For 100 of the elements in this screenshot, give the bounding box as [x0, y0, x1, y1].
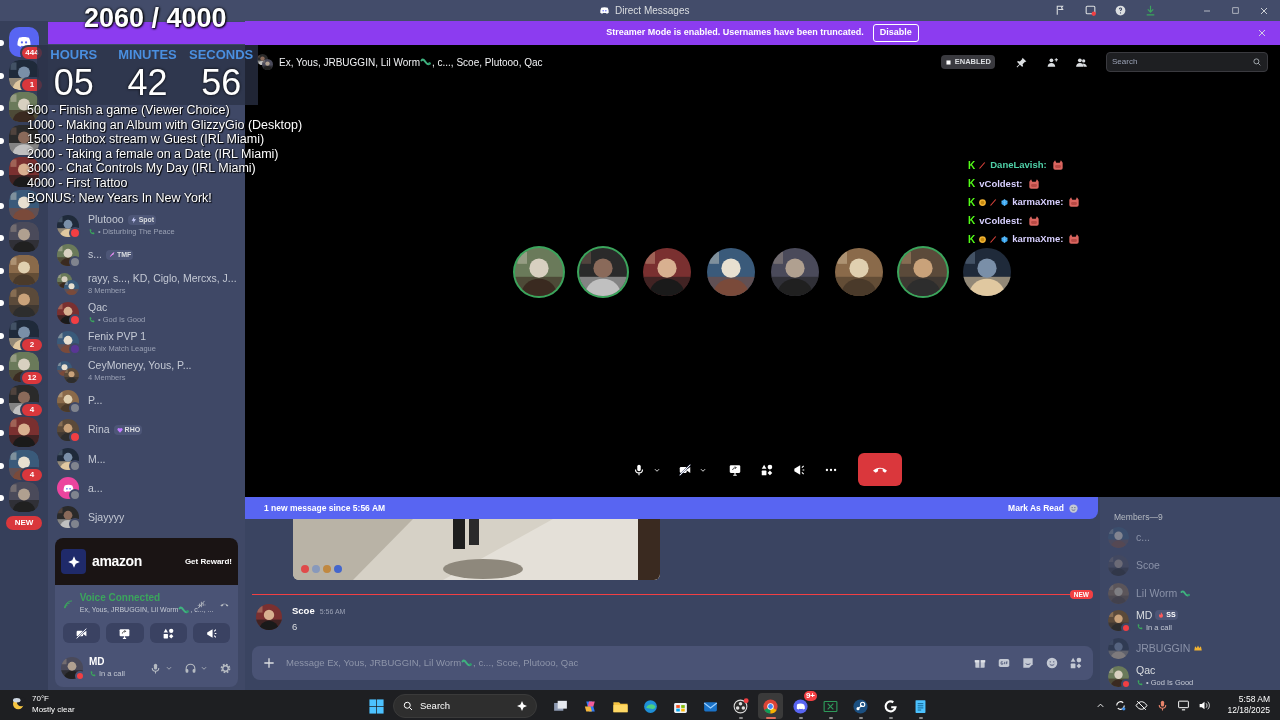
- tag-icon: [115, 425, 124, 434]
- member-name: Lil Worm: [1136, 586, 1178, 600]
- temperature: 70°F: [32, 693, 50, 704]
- member-name: MD: [1136, 608, 1153, 622]
- member-name: Scoe: [1136, 558, 1160, 572]
- taskbar-app[interactable]: [758, 693, 783, 719]
- emote-icon: [1067, 195, 1082, 210]
- tag-icon: [108, 250, 116, 259]
- steam-icon: [852, 697, 869, 715]
- member-name: c...: [1136, 531, 1150, 545]
- dm-name: Rina: [88, 423, 110, 437]
- camera-button[interactable]: [63, 623, 101, 643]
- camera-off-icon: [75, 626, 89, 640]
- timer-value: 05: [53, 65, 94, 101]
- dm-name: a...: [88, 481, 103, 495]
- close-icon[interactable]: [1256, 27, 1268, 39]
- dm-name: P...: [88, 394, 103, 408]
- disable-button[interactable]: Disable: [872, 24, 919, 42]
- phone-icon: [89, 670, 97, 678]
- notification-badge: 2: [20, 337, 44, 353]
- member-item[interactable]: JRBUGGIN: [1108, 634, 1272, 663]
- discord-icon: [598, 4, 611, 17]
- platform-label: K: [968, 232, 976, 247]
- help-icon[interactable]: [1114, 4, 1127, 17]
- activities-icon[interactable]: [759, 462, 774, 477]
- attach-icon[interactable]: [262, 656, 276, 670]
- g-logo-icon: [882, 697, 899, 715]
- search-field[interactable]: Search: [1106, 52, 1268, 72]
- network-icon[interactable]: [1177, 698, 1191, 712]
- activities-icon: [161, 626, 175, 640]
- chat-username: vColdest:: [979, 213, 1023, 228]
- phone-icon: [1136, 623, 1144, 632]
- goal-item: 4000 - First Tattoo: [27, 175, 129, 191]
- member-item[interactable]: c...: [1108, 523, 1272, 552]
- inbox-icon[interactable]: [1084, 4, 1097, 17]
- notification-badge: 4: [20, 402, 44, 418]
- mark-as-read-button[interactable]: Mark As Read: [1008, 501, 1079, 515]
- hidden-eye-icon[interactable]: [1135, 698, 1149, 712]
- headset-icon[interactable]: [184, 661, 197, 675]
- member-item[interactable]: Lil Worm: [1108, 579, 1272, 607]
- dm-item[interactable]: a...: [48, 473, 245, 503]
- chat-username: karmaXme:: [1012, 232, 1064, 247]
- chat-username: karmaXme:: [1012, 195, 1064, 210]
- participant-avatar[interactable]: [896, 246, 949, 298]
- platform-label: K: [968, 177, 976, 192]
- apps-icon[interactable]: [1069, 656, 1083, 670]
- name-list: Ex, Yous, JRBUGGIN, Lil Worm: [279, 54, 420, 70]
- pin-icon[interactable]: [1015, 55, 1028, 69]
- member-name: Qac: [1136, 664, 1156, 677]
- new-messages-text: 1 new message since 5:56 AM: [264, 501, 386, 515]
- soundboard-button[interactable]: [192, 623, 230, 643]
- chrome-icon: [762, 697, 779, 715]
- screen-share-icon[interactable]: [727, 462, 742, 477]
- coin-icon: [978, 197, 988, 207]
- sticker-icon[interactable]: [1021, 656, 1035, 670]
- gem-icon: [1000, 197, 1010, 207]
- activities-button[interactable]: [149, 623, 187, 643]
- voice-status: Voice Connected: [79, 592, 162, 604]
- chat-username: vColdest:: [979, 176, 1023, 191]
- worm-icon: [1180, 587, 1192, 599]
- soundboard-icon: [204, 626, 218, 640]
- taskbar-search[interactable]: Search: [393, 694, 537, 718]
- emoji-icon[interactable]: [1045, 656, 1059, 670]
- sync-icon[interactable]: [1114, 698, 1128, 712]
- dm-item[interactable]: Sjayyyy: [48, 502, 245, 533]
- worm-icon: [461, 657, 474, 669]
- window-title: Direct Messages: [615, 4, 690, 18]
- download-icon[interactable]: [1144, 4, 1157, 17]
- settings-icon[interactable]: [219, 661, 232, 675]
- members-header: Members—9: [1113, 511, 1164, 524]
- hang-up-button[interactable]: [857, 453, 902, 486]
- dm-item[interactable]: M...: [48, 444, 245, 474]
- dm-name: M...: [88, 452, 106, 466]
- goal-item: BONUS: New Years In New York!: [27, 190, 213, 206]
- participant-avatar[interactable]: [576, 246, 629, 298]
- gif-icon[interactable]: [997, 656, 1011, 670]
- screen-share-button[interactable]: [106, 623, 144, 643]
- reward-link[interactable]: Get Reward!: [184, 555, 232, 568]
- timer-label: SECONDS: [189, 46, 254, 64]
- dm-item[interactable]: P...: [48, 386, 245, 416]
- emote-icon: [1067, 232, 1082, 247]
- dm-name: Qac: [88, 301, 108, 315]
- platform-label: K: [968, 214, 976, 229]
- timer-label: MINUTES: [118, 46, 177, 64]
- member-item[interactable]: Scoe: [1108, 551, 1272, 580]
- add-friend-icon[interactable]: [1046, 55, 1059, 69]
- platform-label: K: [968, 195, 976, 210]
- crown-icon: [1193, 643, 1204, 654]
- chat-app-icon: [792, 697, 809, 715]
- name-list: Message Ex, Yous, JRBUGGIN, Lil Worm: [286, 655, 462, 671]
- gem-icon: [1000, 234, 1010, 244]
- worm-icon: [419, 56, 432, 68]
- maximize-icon[interactable]: [1230, 5, 1241, 16]
- dm-name: CeyMoneyy, Yous, P...: [88, 359, 192, 373]
- windows-start-icon[interactable]: [367, 697, 385, 715]
- clock[interactable]: 5:58 AM 12/18/2025: [1227, 694, 1270, 716]
- participant-avatar[interactable]: [512, 246, 565, 298]
- search-icon: [1252, 57, 1262, 67]
- camera-off-icon[interactable]: [677, 462, 692, 477]
- timer-value: 56: [201, 65, 242, 101]
